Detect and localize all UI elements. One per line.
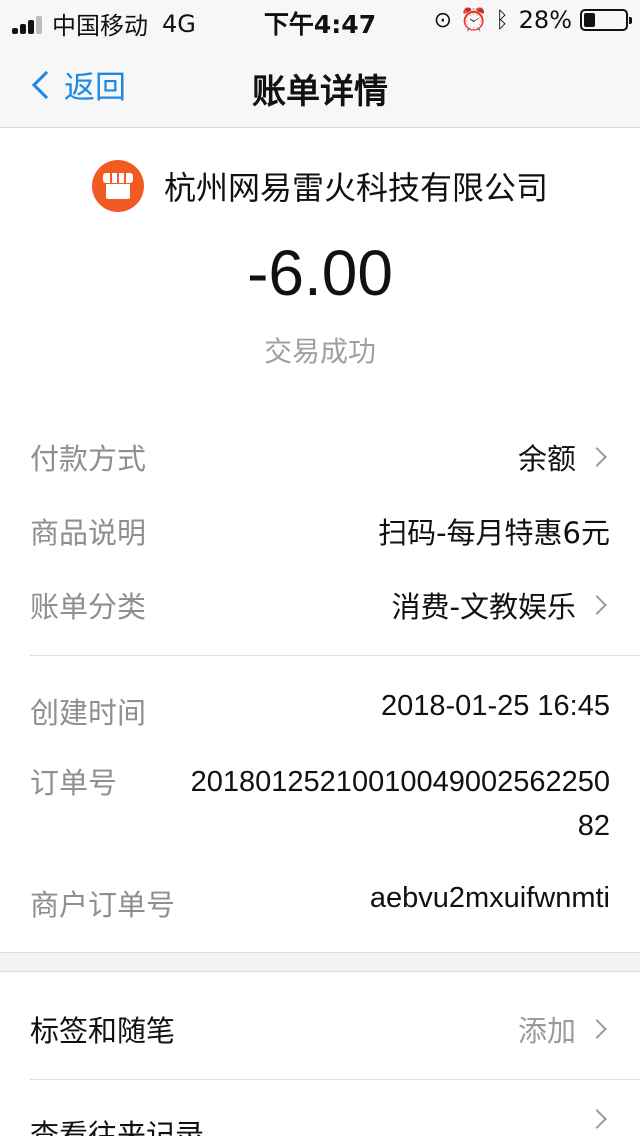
created-time-label: 创建时间 [30, 696, 147, 730]
section-gap [0, 952, 640, 972]
page-title: 账单详情 [252, 72, 388, 112]
chevron-right-icon [587, 595, 607, 615]
order-number-label: 订单号 [30, 766, 118, 800]
tags-add-action: 添加 [517, 1014, 576, 1048]
category-label: 账单分类 [30, 590, 147, 624]
merchant-order-label: 商户订单号 [30, 888, 176, 922]
merchant-order-value: aebvu2mxuifwnmti [369, 882, 610, 914]
created-time-value: 2018-01-25 16:45 [381, 690, 610, 722]
store-icon [102, 173, 133, 199]
section-divider [30, 655, 640, 656]
row-divider [30, 1079, 640, 1080]
category-value: 消费-文教娱乐 [391, 590, 576, 624]
tags-notes-label: 标签和随笔 [30, 1014, 176, 1048]
product-desc-value: 扫码-每月特惠6元 [378, 516, 610, 550]
transaction-status: 交易成功 [263, 335, 376, 368]
chevron-right-icon [587, 1109, 607, 1129]
tags-add-wrap: 添加 [518, 1008, 610, 1050]
chevron-right-icon [587, 447, 607, 467]
battery-percent: 28% [518, 6, 572, 34]
battery-fill [584, 13, 595, 27]
battery-icon [580, 9, 632, 31]
rotation-lock-icon: ⊙ [433, 7, 453, 33]
category-value-wrap: 消费-文教娱乐 [392, 584, 610, 626]
product-desc-label: 商品说明 [30, 516, 147, 550]
merchant-logo [91, 160, 144, 212]
payment-method-value-wrap: 余额 [518, 436, 610, 478]
bluetooth-icon: ᛒ [495, 7, 509, 33]
alarm-icon: ⏰ [460, 7, 488, 33]
transaction-amount: -6.00 [247, 237, 393, 309]
status-bar: 中国移动 4G 下午4:47 ⊙ ⏰ ᛒ 28% [0, 0, 640, 40]
payment-method-value: 余额 [517, 442, 576, 476]
order-number-value: 2018012521001004900256225082 [190, 766, 610, 842]
status-right: ⊙ ⏰ ᛒ 28% [426, 6, 632, 34]
nav-bar: 返回 账单详情 [0, 40, 640, 128]
payment-method-label: 付款方式 [30, 442, 147, 476]
chevron-right-icon [587, 1019, 607, 1039]
history-chevron-wrap [576, 1109, 610, 1129]
merchant-header: 杭州网易雷火科技有限公司 [0, 156, 640, 216]
history-label: 查看往来记录 [30, 1118, 205, 1136]
merchant-name: 杭州网易雷火科技有限公司 [163, 169, 548, 207]
order-number-row: 订单号 2018012521001004900256225082 [30, 760, 610, 850]
